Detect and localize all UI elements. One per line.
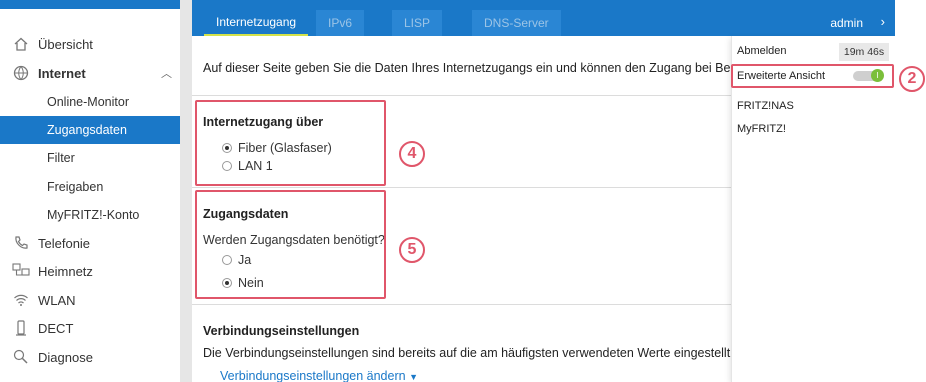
sidebar-item-label: Übersicht (38, 36, 93, 52)
annotation-badge-5: 5 (399, 237, 425, 263)
sidebar-top-strip (0, 0, 180, 9)
dect-icon (12, 319, 30, 337)
sidebar-item-label: Heimnetz (38, 263, 93, 279)
page-intro-text: Auf dieser Seite geben Sie die Daten Ihr… (203, 61, 730, 75)
chevron-up-icon[interactable]: ︿ (161, 65, 172, 81)
fritznas-item[interactable]: FRITZ!NAS (737, 100, 794, 112)
sidebar-item-myfritz-konto[interactable]: MyFRITZ!-Konto (0, 201, 180, 229)
right-margin (895, 0, 926, 382)
connection-settings-link[interactable]: Verbindungseinstellungen ändern ▼ (220, 369, 418, 382)
sidebar-item-heimnetz[interactable]: Heimnetz (0, 257, 180, 285)
globe-icon (12, 64, 30, 82)
session-timer: 19m 46s (839, 43, 889, 61)
sidebar-item-freigaben[interactable]: Freigaben (0, 173, 180, 201)
sidebar-item-label: Online-Monitor (47, 95, 129, 109)
network-icon (12, 262, 30, 280)
tab-dns-server[interactable]: DNS-Server (472, 10, 561, 36)
connection-section-title: Verbindungseinstellungen (203, 324, 360, 338)
user-name: admin (830, 16, 863, 30)
sidebar-item-filter[interactable]: Filter (0, 144, 180, 172)
logout-item[interactable]: Abmelden (737, 45, 787, 57)
highlight-access-box (195, 100, 386, 186)
phone-icon (12, 234, 30, 252)
sidebar-item-wlan[interactable]: WLAN (0, 286, 180, 314)
sidebar-item-label: Zugangsdaten (47, 123, 127, 137)
sidebar-item-diagnose[interactable]: Diagnose (0, 343, 180, 371)
sidebar-item-label: Freigaben (47, 180, 104, 194)
sidebar-item-zugangsdaten[interactable]: Zugangsdaten (0, 116, 180, 144)
link-label: Verbindungseinstellungen ändern (220, 369, 406, 382)
highlight-advanced-view (731, 64, 894, 88)
sidebar-item-label: Internet (38, 65, 86, 81)
user-menu-header[interactable]: admin › (731, 0, 895, 36)
chevron-right-icon: › (880, 14, 885, 29)
tab-bar: Internetzugang IPv6 LISP DNS-Server (192, 0, 731, 36)
sidebar-item-label: WLAN (38, 292, 76, 308)
annotation-badge-4: 4 (399, 141, 425, 167)
chevron-down-icon: ▼ (409, 372, 418, 382)
tab-lisp[interactable]: LISP (392, 10, 443, 36)
annotation-badge-2: 2 (899, 66, 925, 92)
sidebar-item-dect[interactable]: DECT (0, 314, 180, 342)
sidebar-item-online-monitor[interactable]: Online-Monitor (0, 88, 180, 116)
home-icon (12, 35, 30, 53)
sidebar-item-label: MyFRITZ!-Konto (47, 208, 140, 222)
sidebar-item-label: Filter (47, 151, 75, 165)
sidebar-item-label: DECT (38, 320, 74, 336)
tab-internetzugang[interactable]: Internetzugang (204, 10, 309, 36)
myfritz-item[interactable]: MyFRITZ! (737, 123, 786, 135)
sidebar-item-telefonie[interactable]: Telefonie (0, 229, 180, 257)
sidebar-item-uebersicht[interactable]: Übersicht (0, 30, 180, 58)
sidebar-item-label: Diagnose (38, 349, 93, 365)
sidebar-item-internet[interactable]: Internet ︿ (0, 59, 180, 87)
sidebar-divider (180, 0, 192, 382)
sidebar-item-label: Telefonie (38, 235, 91, 251)
wifi-icon (12, 291, 30, 309)
diagnose-icon (12, 348, 30, 366)
tab-ipv6[interactable]: IPv6 (316, 10, 365, 36)
highlight-credentials-box (195, 190, 386, 299)
